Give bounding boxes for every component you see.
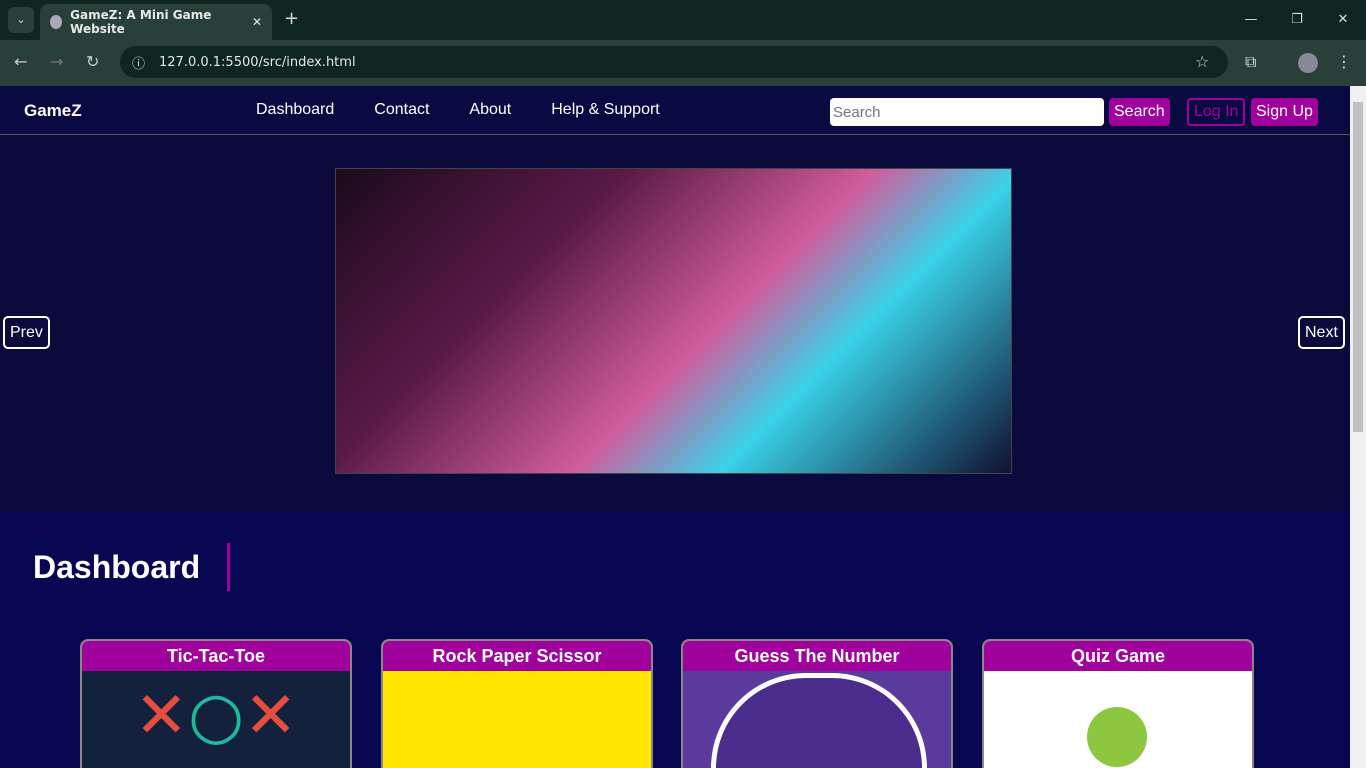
tab-search-button[interactable]: ⌄ — [8, 7, 34, 33]
login-button[interactable]: Log In — [1187, 98, 1246, 126]
bookmark-star-icon[interactable]: ☆ — [1195, 52, 1209, 71]
nav-help-support[interactable]: Help & Support — [551, 101, 660, 119]
browser-tab-strip: ⌄ GameZ: A Mini Game Website ✕ + — ❐ ✕ — [0, 0, 1366, 40]
site-info-icon[interactable]: ⓘ — [132, 53, 145, 72]
carousel-image-retro-computers — [335, 168, 1012, 474]
site-logo[interactable]: GameZ — [24, 101, 82, 121]
quiz-image — [984, 671, 1252, 768]
globe-icon — [50, 15, 63, 29]
menu-icon[interactable]: ⋮ — [1336, 52, 1352, 71]
url-text: 127.0.0.1:5500/src/index.html — [159, 54, 356, 70]
card-title: Rock Paper Scissor — [383, 641, 651, 671]
rps-image — [383, 671, 651, 768]
guess-number-image — [683, 671, 951, 768]
close-window-button[interactable]: ✕ — [1320, 0, 1366, 40]
profile-avatar[interactable] — [1298, 53, 1318, 73]
card-title: Tic-Tac-Toe — [82, 641, 350, 671]
tictactoe-image: ✕○✕ — [82, 671, 350, 768]
game-card-guess-number[interactable]: Guess The Number — [681, 639, 953, 768]
restore-button[interactable]: ❐ — [1274, 0, 1320, 40]
browser-toolbar: ← → ↻ ⓘ 127.0.0.1:5500/src/index.html ☆ ⧉… — [0, 40, 1366, 86]
scrollbar-thumb[interactable] — [1353, 102, 1363, 432]
address-bar[interactable]: ⓘ 127.0.0.1:5500/src/index.html — [120, 46, 1228, 78]
card-title: Quiz Game — [984, 641, 1252, 671]
tab-title: GameZ: A Mini Game Website — [70, 8, 212, 36]
divider — [227, 543, 230, 591]
scrollbar[interactable] — [1350, 86, 1366, 768]
game-card-quiz[interactable]: Quiz Game — [982, 639, 1254, 768]
carousel: Prev Next — [0, 135, 1350, 511]
search-button[interactable]: Search — [1109, 98, 1170, 126]
signup-button[interactable]: Sign Up — [1251, 98, 1318, 126]
minimize-button[interactable]: — — [1228, 0, 1274, 40]
back-button[interactable]: ← — [14, 52, 27, 71]
site-navbar: GameZ Dashboard Contact About Help & Sup… — [0, 86, 1350, 135]
reload-button[interactable]: ↻ — [86, 52, 99, 71]
prev-button[interactable]: Prev — [3, 316, 50, 349]
dashboard-section: Dashboard Tic-Tac-Toe ✕○✕ Rock Paper Scis… — [0, 511, 1350, 768]
dashboard-title: Dashboard — [33, 549, 201, 585]
browser-tab[interactable]: GameZ: A Mini Game Website ✕ — [40, 4, 272, 40]
search-input[interactable] — [830, 98, 1104, 126]
nav-contact[interactable]: Contact — [374, 101, 429, 119]
forward-button[interactable]: → — [50, 52, 63, 71]
game-card-tictactoe[interactable]: Tic-Tac-Toe ✕○✕ — [80, 639, 352, 768]
nav-dashboard[interactable]: Dashboard — [256, 101, 334, 119]
next-button[interactable]: Next — [1298, 316, 1345, 349]
close-tab-icon[interactable]: ✕ — [252, 15, 262, 29]
extensions-icon[interactable]: ⧉ — [1245, 52, 1256, 72]
new-tab-button[interactable]: + — [284, 8, 299, 29]
nav-about[interactable]: About — [469, 101, 511, 119]
game-card-rps[interactable]: Rock Paper Scissor — [381, 639, 653, 768]
card-title: Guess The Number — [683, 641, 951, 671]
